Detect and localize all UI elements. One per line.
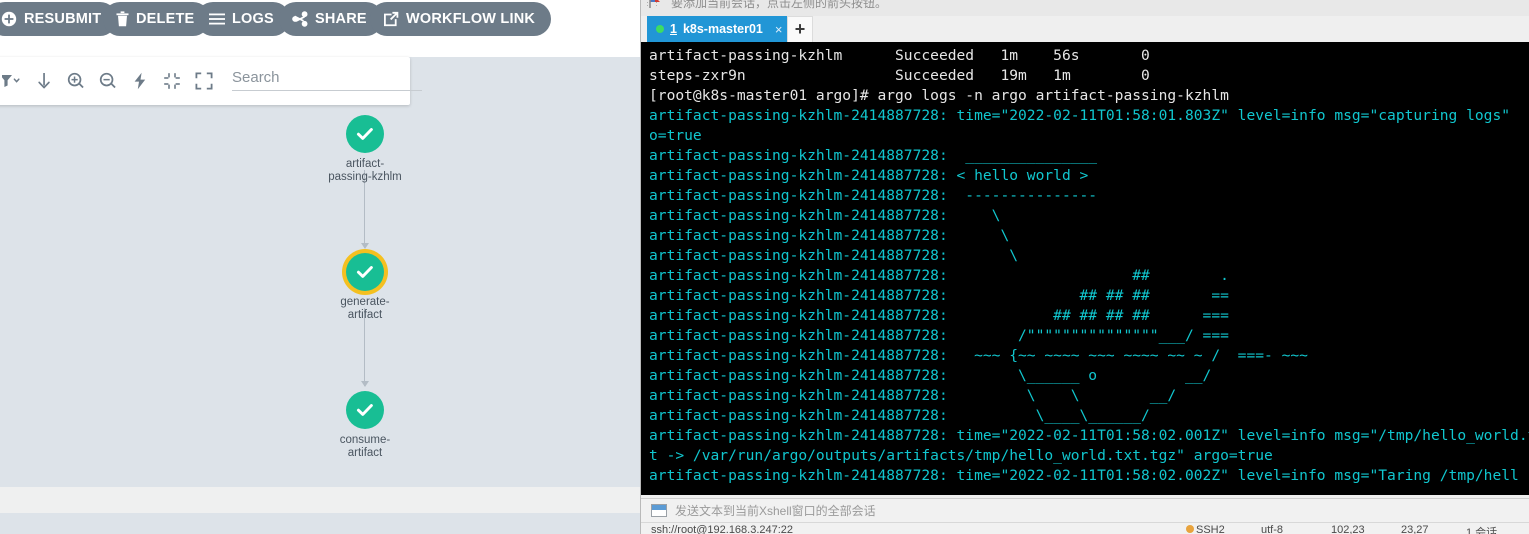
node-status-succeeded-icon[interactable] [346,253,384,291]
node-label-line1: generate- [340,296,390,308]
node-label: consume- artifact [305,434,425,460]
terminal-line: [root@k8s-master01 argo]# argo logs -n a… [649,87,1229,104]
terminal-line: artifact-passing-kzhlm-2414887728: ## ##… [649,307,1229,324]
node-status-succeeded-icon[interactable] [346,115,384,153]
terminal-line: artifact-passing-kzhlm-2414887728: time=… [649,107,1511,124]
graph-toolbar [0,57,422,105]
node-label: artifact- passing-kzhlm [305,158,425,184]
logs-label: LOGS [232,11,274,27]
status-encoding: utf-8 [1261,524,1284,534]
terminal-line: o=true [649,127,702,144]
terminal-line: artifact-passing-kzhlm-2414887728: \ [649,207,1001,224]
terminal-output-area[interactable]: artifact-passing-kzhlm Succeeded 1m 56s … [641,42,1529,495]
share-icon [292,11,308,27]
status-session-count: 1 会话 [1466,527,1498,534]
share-button[interactable]: SHARE [279,2,383,36]
fullscreen-icon[interactable] [188,65,220,97]
status-screen-size: 102,23 [1331,524,1365,534]
node-label-line1: artifact- [345,158,385,170]
node-status-succeeded-icon[interactable] [346,391,384,429]
pin-flag-icon [649,0,662,8]
terminal-line: artifact-passing-kzhlm-2414887728: \ [649,247,1019,264]
node-label: generate- artifact [305,296,425,322]
terminal-line: artifact-passing-kzhlm-2414887728: \____… [649,367,1212,384]
lock-icon [1186,525,1194,533]
terminal-line: artifact-passing-kzhlm-2414887728: ## ##… [649,287,1229,304]
status-protocol: SSH2 [1196,524,1225,534]
workflow-link-button[interactable]: WORKFLOW LINK [370,2,552,36]
plus-circle-icon [1,11,17,27]
terminal-line: artifact-passing-kzhlm-2414887728: ## . [649,267,1229,284]
graph-node-generate-artifact[interactable]: generate- artifact [305,253,425,322]
delete-label: DELETE [136,11,195,27]
terminal-line: steps-zxr9n Succeeded 19m 1m 0 [649,67,1150,84]
terminal-line: artifact-passing-kzhlm-2414887728: time=… [649,427,1529,444]
graph-edge-arrowhead [361,381,369,387]
node-label-line1: consume- [339,434,391,446]
xshell-terminal-window: ⋮⋮ 要添加当前会话，点击左侧的箭头按钮。 1 k8s-master01 × +… [640,0,1529,534]
workflow-action-bar: RESUBMIT DELETE LOGS SHARE WORKFLOW LINK [0,0,640,38]
workflow-link-label: WORKFLOW LINK [406,11,536,27]
terminal-line: artifact-passing-kzhlm-2414887728: time=… [649,467,1519,484]
connection-status-dot-icon [656,25,664,33]
zoom-in-icon[interactable] [60,65,92,97]
terminal-line: artifact-passing-kzhlm-2414887728: \ \ _… [649,387,1177,404]
node-label-line2: artifact [347,447,383,459]
tab-index-label: 1 [670,22,677,36]
terminal-tab-k8s-master01[interactable]: 1 k8s-master01 × [647,16,789,42]
send-to-all-sessions-placeholder: 发送文本到当前Xshell窗口的全部会话 [675,504,876,518]
send-to-all-sessions-icon [651,504,667,517]
node-label-line2: artifact [347,309,383,321]
workflow-graph-canvas[interactable]: artifact- passing-kzhlm generate- artifa… [0,57,640,534]
graph-edge-arrowhead [361,243,369,249]
trash-icon [116,11,129,27]
close-icon[interactable]: × [775,22,783,37]
resubmit-label: RESUBMIT [24,11,102,27]
terminal-line: artifact-passing-kzhlm-2414887728: \ [649,227,1010,244]
xshell-tab-bar: 1 k8s-master01 × + [641,16,1529,42]
terminal-line: artifact-passing-kzhlm-2414887728: _____… [649,147,1098,164]
terminal-lines: artifact-passing-kzhlm Succeeded 1m 56s … [649,46,1529,486]
resubmit-button[interactable]: RESUBMIT [0,2,118,36]
argo-workflow-panel: RESUBMIT DELETE LOGS SHARE WORKFLOW LINK… [0,0,640,534]
logs-button[interactable]: LOGS [196,2,290,36]
top-hint-text: 要添加当前会话，点击左侧的箭头按钮。 [671,0,888,10]
external-link-icon [383,11,399,27]
hamburger-icon [209,12,225,26]
share-label: SHARE [315,11,367,27]
terminal-line: t -> /var/run/argo/outputs/artifacts/tmp… [649,447,1273,464]
xshell-status-bar: ssh://root@192.168.3.247:22 SSH2 utf-8 1… [641,522,1529,534]
collapse-fit-icon[interactable] [156,65,188,97]
status-session-url: ssh://root@192.168.3.247:22 [651,524,794,534]
tab-title-label: k8s-master01 [682,22,763,36]
lightning-bolt-icon[interactable] [124,65,156,97]
new-tab-button[interactable]: + [787,16,813,42]
send-to-all-sessions-bar[interactable]: 发送文本到当前Xshell窗口的全部会话 [641,498,1529,522]
download-arrow-icon[interactable] [28,65,60,97]
graph-node-artifact-passing-kzhlm[interactable]: artifact- passing-kzhlm [305,115,425,184]
filter-chevron-icon[interactable] [0,65,28,97]
delete-button[interactable]: DELETE [103,2,211,36]
status-cursor-position: 23,27 [1401,524,1429,534]
terminal-line: artifact-passing-kzhlm-2414887728: -----… [649,187,1098,204]
terminal-line: artifact-passing-kzhlm-2414887728: < hel… [649,167,1089,184]
terminal-line: artifact-passing-kzhlm Succeeded 1m 56s … [649,47,1150,64]
screen-root: RESUBMIT DELETE LOGS SHARE WORKFLOW LINK… [0,0,1529,534]
terminal-line: artifact-passing-kzhlm-2414887728: /""""… [649,327,1229,344]
zoom-out-icon[interactable] [92,65,124,97]
search-input[interactable] [232,65,422,91]
xshell-top-hint-strip: ⋮⋮ 要添加当前会话，点击左侧的箭头按钮。 [641,0,1529,16]
graph-background-band [0,487,640,513]
search-field-wrap [232,65,422,97]
graph-node-consume-artifact[interactable]: consume- artifact [305,391,425,460]
terminal-line: artifact-passing-kzhlm-2414887728: \____… [649,407,1150,424]
node-label-line2: passing-kzhlm [328,171,402,183]
terminal-line: artifact-passing-kzhlm-2414887728: ~~~ {… [649,347,1308,364]
